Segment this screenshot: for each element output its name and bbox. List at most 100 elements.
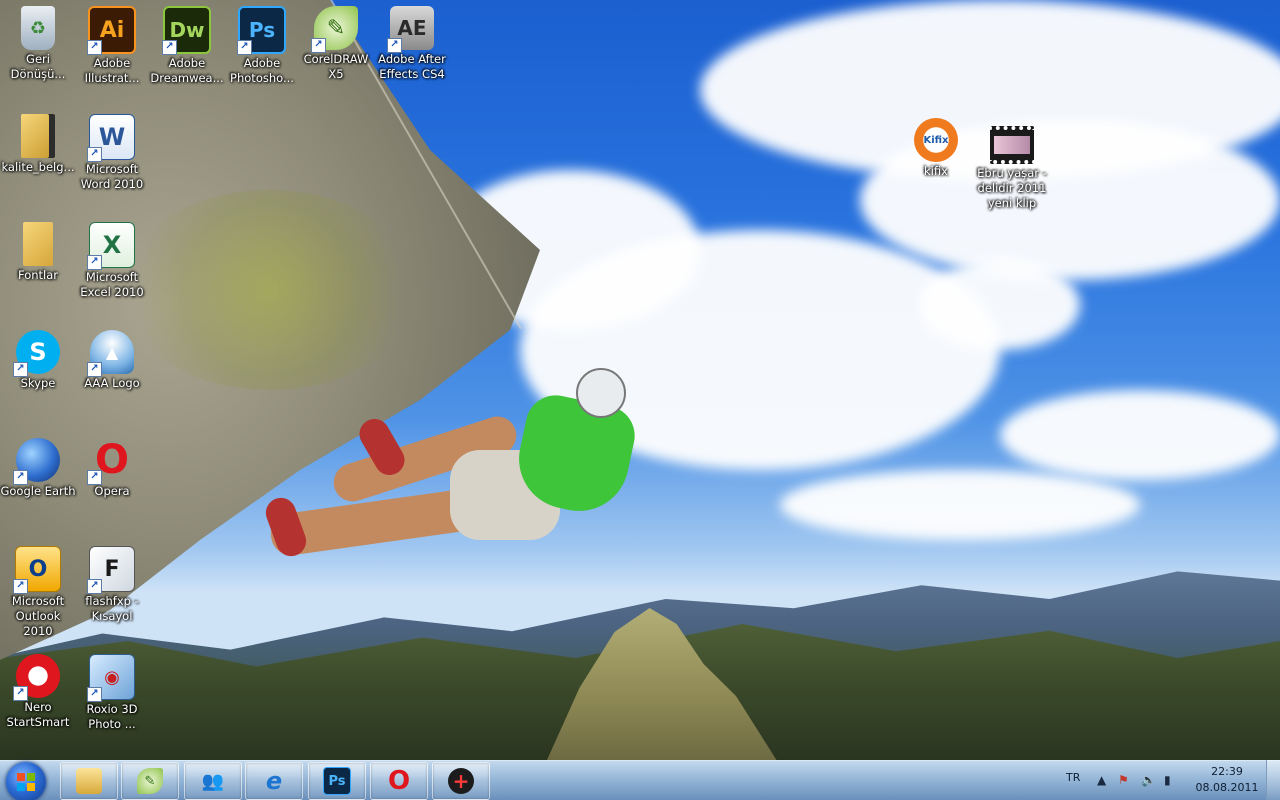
google-earth-icon: ↗ (13, 438, 60, 485)
coreldraw-icon: ✎ ↗ (311, 6, 358, 53)
desktop-icon-label: Adobe Photosho... (230, 56, 294, 85)
opera-icon: O (387, 766, 411, 796)
volume-icon[interactable]: 🔈 (1141, 773, 1156, 787)
kifix-icon: Kifix (914, 118, 958, 162)
nero-icon: ↗ (13, 654, 60, 701)
shortcut-arrow-icon: ↗ (13, 579, 28, 594)
shortcut-arrow-icon: ↗ (13, 362, 28, 377)
desktop-icon-label: Adobe Illustrat... (84, 56, 140, 85)
outlook-icon: O ↗ (13, 546, 61, 594)
desktop-icon-label: Microsoft Excel 2010 (80, 270, 144, 299)
desktop-icon-label: Opera (94, 484, 130, 498)
desktop-icon-after-effects[interactable]: AE ↗ Adobe After Effects CS4 (374, 6, 450, 82)
flashfxp-icon: F ↗ (87, 546, 135, 594)
taskbar-button-internet-explorer[interactable]: e (245, 762, 303, 800)
photoshop-icon: Ps (323, 767, 351, 795)
desktop-icon-skype[interactable]: S ↗ Skype (0, 330, 76, 391)
excel-icon: X ↗ (87, 222, 135, 270)
shortcut-arrow-icon: ↗ (387, 38, 402, 53)
desktop-icon-label: kalite_belg... (1, 160, 75, 174)
desktop-icon-label: Roxio 3D Photo ... (86, 702, 138, 731)
desktop-wallpaper (0, 0, 1280, 760)
desktop-icon-google-earth[interactable]: ↗ Google Earth (0, 438, 76, 499)
start-button[interactable] (6, 762, 46, 800)
desktop-icon-nero[interactable]: ↗ Nero StartSmart (0, 654, 76, 730)
shortcut-arrow-icon: ↗ (13, 470, 28, 485)
desktop-icon-kifix[interactable]: Kifix kifix (898, 118, 974, 179)
video-file-icon (990, 126, 1034, 164)
desktop-icon-label: Ebru yaşar - delidir 2011 yeni klip (977, 166, 1047, 210)
recycle-bin-icon: ♻ (21, 6, 55, 50)
shortcut-arrow-icon: ↗ (87, 687, 102, 702)
shortcut-arrow-icon: ↗ (87, 362, 102, 377)
desktop-icon-roxio[interactable]: ◉ ↗ Roxio 3D Photo ... (74, 654, 150, 732)
taskbar-clock[interactable]: 22:39 08.08.2011 (1194, 764, 1260, 796)
desktop-icon-recycle-bin[interactable]: ♻ Geri Dönüşü... (0, 6, 76, 82)
desktop-icon-coreldraw[interactable]: ✎ ↗ CorelDRAW X5 (298, 6, 374, 82)
action-center-icon[interactable]: ⚑ (1118, 773, 1129, 787)
network-icon[interactable]: ▮ (1164, 773, 1171, 787)
desktop-icon-dreamweaver[interactable]: Dw ↗ Adobe Dreamwea... (149, 6, 225, 86)
shortcut-arrow-icon: ↗ (87, 147, 102, 162)
aaa-logo-icon: ▲ ↗ (87, 330, 134, 377)
internet-explorer-icon: e (265, 767, 283, 795)
taskbar-button-explorer[interactable] (60, 762, 118, 800)
word-icon: W ↗ (87, 114, 135, 162)
photoshop-icon: Ps ↗ (237, 6, 286, 55)
desktop-icon-photoshop[interactable]: Ps ↗ Adobe Photosho... (224, 6, 300, 86)
show-desktop-button[interactable] (1266, 760, 1280, 800)
desktop-icon-label: Skype (20, 376, 56, 390)
desktop-icon-flashfxp[interactable]: F ↗ flashfxp - Kısayol (74, 546, 150, 624)
opera-icon: O ↗ (87, 437, 134, 485)
desktop-icon-video-file[interactable]: Ebru yaşar - delidir 2011 yeni klip (974, 126, 1050, 211)
desktop-icon-label: Google Earth (0, 484, 76, 498)
taskbar-button-coreldraw[interactable]: ✎ (121, 762, 179, 800)
desktop-icon-label: Adobe Dreamwea... (150, 56, 224, 85)
desktop-icon-label: Microsoft Outlook 2010 (11, 594, 65, 638)
clock-time: 22:39 (1211, 765, 1243, 778)
taskbar-button-app[interactable]: + (432, 762, 490, 800)
skype-icon: S ↗ (13, 330, 60, 377)
desktop-icon-opera[interactable]: O ↗ Opera (74, 437, 150, 499)
shortcut-arrow-icon: ↗ (87, 40, 102, 55)
desktop-icon-label: Microsoft Word 2010 (80, 162, 144, 191)
red-plus-icon: + (448, 768, 474, 794)
folder-icon (76, 768, 102, 794)
folder-icon (21, 114, 55, 158)
roxio-icon: ◉ ↗ (87, 654, 135, 702)
folder-icon (23, 222, 53, 266)
desktop-icon-illustrator[interactable]: Ai ↗ Adobe Illustrat... (74, 6, 150, 86)
messenger-icon: 👥 (201, 770, 225, 792)
clock-date: 08.08.2011 (1195, 781, 1259, 794)
taskbar-button-opera[interactable]: O (370, 762, 428, 800)
after-effects-icon: AE ↗ (387, 6, 434, 53)
desktop-icon-excel[interactable]: X ↗ Microsoft Excel 2010 (74, 222, 150, 300)
desktop-icon-label: flashfxp - Kısayol (85, 594, 139, 623)
show-hidden-icons-icon[interactable]: ▲ (1097, 773, 1106, 787)
desktop-icon-fontlar[interactable]: Fontlar (0, 222, 76, 283)
illustrator-icon: Ai ↗ (87, 6, 136, 55)
windows-logo-icon (17, 773, 35, 791)
taskbar-button-photoshop[interactable]: Ps (308, 762, 366, 800)
language-indicator[interactable]: TR (1066, 771, 1080, 784)
desktop-icon-label: Geri Dönüşü... (10, 52, 66, 81)
taskbar-button-messenger[interactable]: 👥 (184, 762, 242, 800)
shortcut-arrow-icon: ↗ (87, 579, 102, 594)
desktop-icon-label: Fontlar (17, 268, 58, 282)
desktop-icon-label: kifix (924, 164, 948, 178)
shortcut-arrow-icon: ↗ (87, 470, 102, 485)
shortcut-arrow-icon: ↗ (13, 686, 28, 701)
desktop-icon-label: Nero StartSmart (6, 700, 70, 729)
desktop-icon-label: AAA Logo (84, 376, 140, 390)
desktop-icon-kalite-belg[interactable]: kalite_belg... (0, 114, 76, 175)
desktop-icon-word[interactable]: W ↗ Microsoft Word 2010 (74, 114, 150, 192)
desktop-icon-aaa-logo[interactable]: ▲ ↗ AAA Logo (74, 330, 150, 391)
desktop-icon-outlook[interactable]: O ↗ Microsoft Outlook 2010 (0, 546, 76, 639)
shortcut-arrow-icon: ↗ (237, 40, 252, 55)
shortcut-arrow-icon: ↗ (162, 40, 177, 55)
shortcut-arrow-icon: ↗ (311, 38, 326, 53)
coreldraw-icon: ✎ (137, 768, 163, 794)
shortcut-arrow-icon: ↗ (87, 255, 102, 270)
dreamweaver-icon: Dw ↗ (162, 6, 211, 55)
desktop-icon-label: CorelDRAW X5 (303, 52, 369, 81)
